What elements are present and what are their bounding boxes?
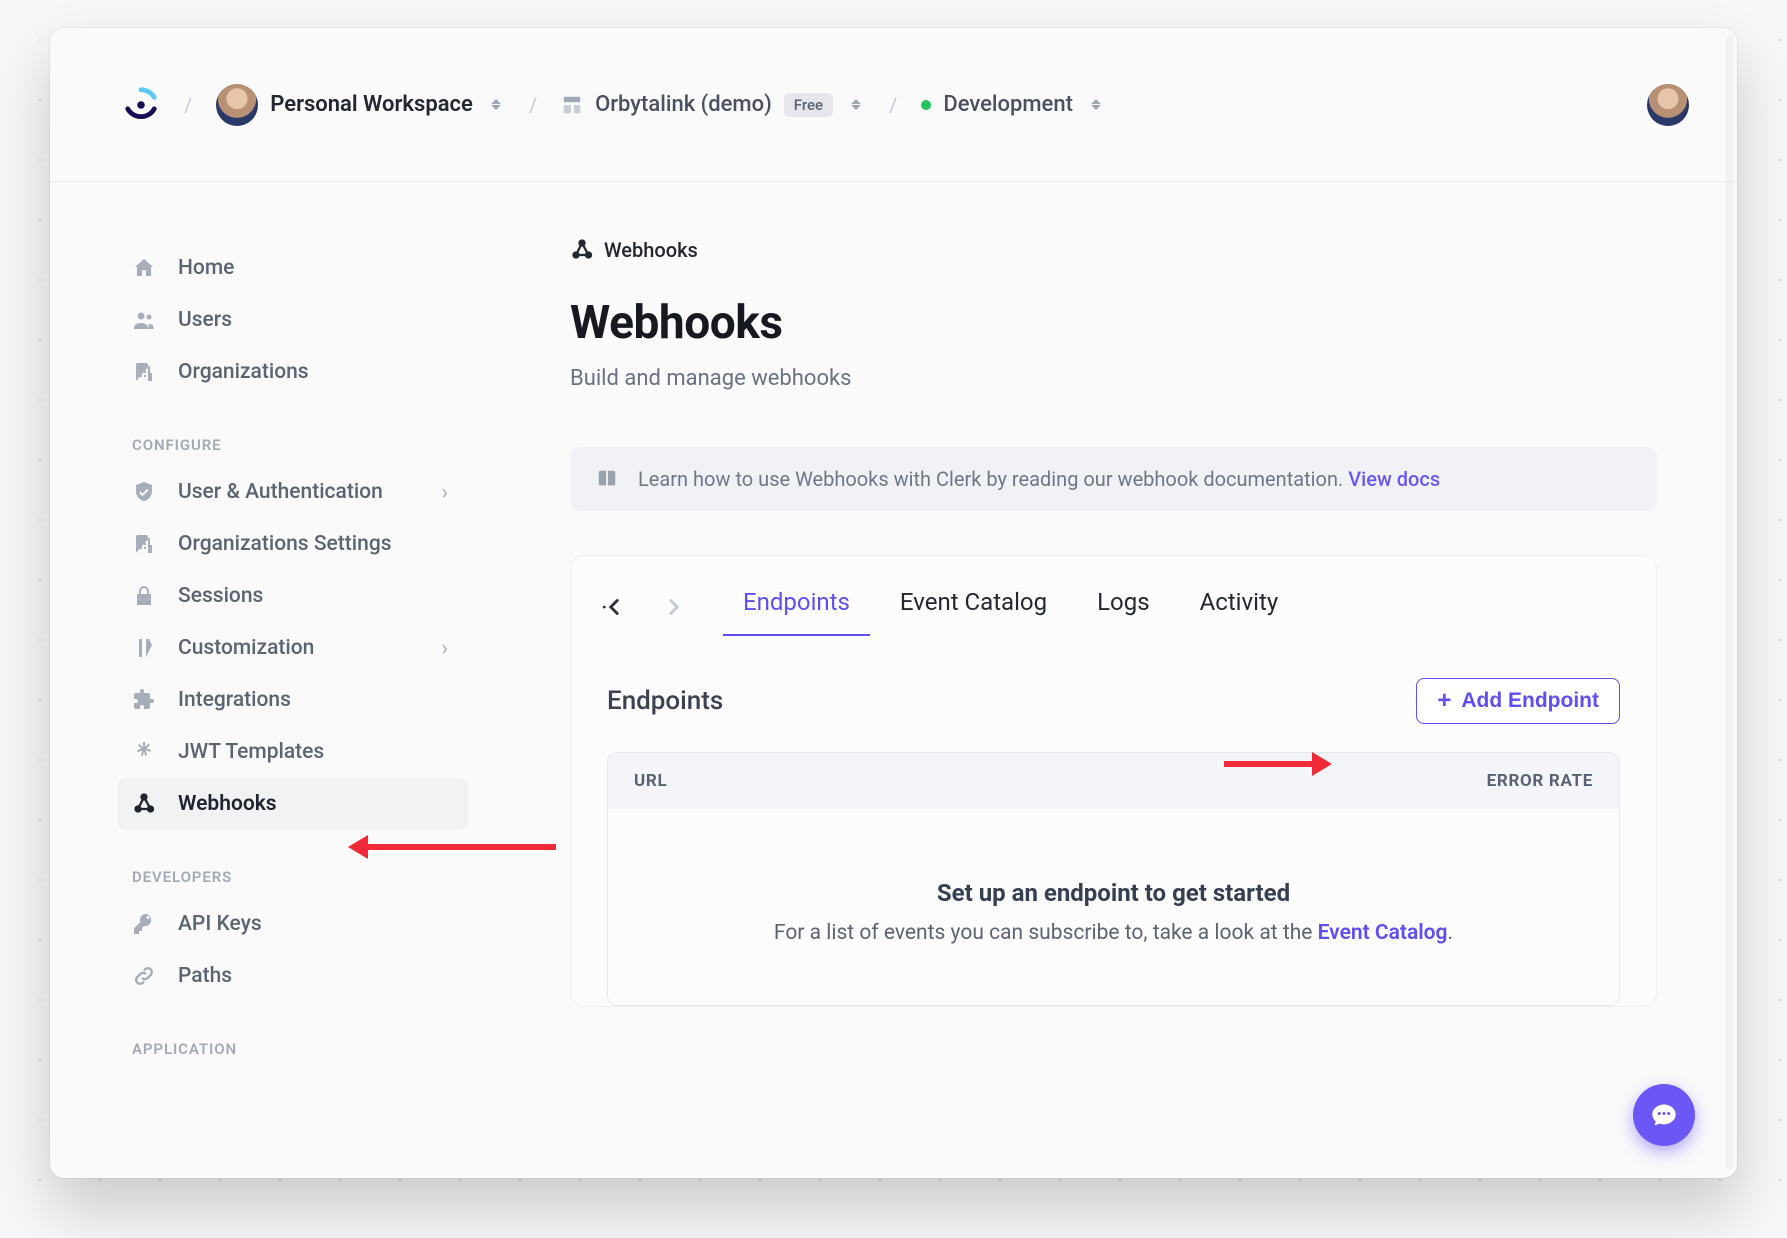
breadcrumb-separator: / <box>529 93 537 117</box>
project-icon <box>561 94 583 116</box>
webhooks-panel: Endpoints Event Catalog Logs Activity En… <box>570 555 1657 1007</box>
breadcrumb-label: Webhooks <box>604 238 698 262</box>
top-bar: / Personal Workspace / Orbytalink (demo)… <box>50 28 1737 182</box>
tab-endpoints[interactable]: Endpoints <box>741 578 852 636</box>
sidebar-item-user-auth[interactable]: User & Authentication › <box>118 466 468 518</box>
puzzle-icon <box>132 688 156 712</box>
chevron-updown-icon <box>1091 96 1105 114</box>
panel-tabs: Endpoints Event Catalog Logs Activity <box>741 578 1280 636</box>
sidebar-item-webhooks[interactable]: Webhooks <box>118 778 468 830</box>
project-selector[interactable]: Orbytalink (demo) Free <box>561 92 865 117</box>
sidebar-item-paths[interactable]: Paths <box>118 950 468 1002</box>
workspace-selector[interactable]: Personal Workspace <box>216 84 505 126</box>
annotation-arrow-add-endpoint <box>1224 761 1314 767</box>
chevron-right-icon: › <box>441 636 448 661</box>
sidebar-section-application: APPLICATION <box>118 1002 530 1070</box>
sidebar-item-label: Sessions <box>178 584 263 608</box>
webhook-icon <box>132 792 156 816</box>
column-url: URL <box>634 771 667 791</box>
project-name: Orbytalink (demo) <box>595 92 772 117</box>
tab-logs[interactable]: Logs <box>1095 578 1151 636</box>
sidebar-section-developers: DEVELOPERS <box>118 830 530 898</box>
event-catalog-link[interactable]: Event Catalog <box>1318 921 1448 945</box>
webhook-icon <box>570 238 594 262</box>
table-empty-state: Set up an endpoint to get started For a … <box>608 809 1619 1005</box>
add-endpoint-label: Add Endpoint <box>1461 689 1599 713</box>
user-avatar[interactable] <box>1647 84 1689 126</box>
building-icon <box>132 532 156 556</box>
column-error-rate: ERROR RATE <box>1487 771 1593 791</box>
chevron-updown-icon <box>851 96 865 114</box>
sidebar-item-label: JWT Templates <box>178 740 324 764</box>
nav-back-button[interactable] <box>601 594 627 620</box>
sidebar-item-label: Organizations Settings <box>178 532 392 556</box>
page-subtitle: Build and manage webhooks <box>570 366 1657 391</box>
sidebar: Home Users Organizations CONFIGURE User … <box>50 182 530 1178</box>
sidebar-item-label: Customization <box>178 636 314 660</box>
environment-name: Development <box>943 92 1073 117</box>
plus-icon: + <box>1437 689 1451 713</box>
sidebar-item-jwt-templates[interactable]: JWT Templates <box>118 726 468 778</box>
sidebar-item-label: Users <box>178 308 232 332</box>
main-content: Webhooks Webhooks Build and manage webho… <box>530 182 1737 1178</box>
window-scrollbar[interactable] <box>1726 36 1734 1170</box>
nav-forward-button[interactable] <box>661 594 687 620</box>
app-window: / Personal Workspace / Orbytalink (demo)… <box>50 28 1737 1178</box>
sidebar-item-home[interactable]: Home <box>118 242 468 294</box>
link-icon <box>132 964 156 988</box>
palette-icon <box>132 636 156 660</box>
breadcrumb-separator: / <box>184 93 192 117</box>
empty-state-title: Set up an endpoint to get started <box>648 879 1579 907</box>
docs-banner: Learn how to use Webhooks with Clerk by … <box>570 447 1657 511</box>
annotation-arrow-sidebar <box>366 844 556 850</box>
workspace-avatar <box>216 84 258 126</box>
sidebar-item-api-keys[interactable]: API Keys <box>118 898 468 950</box>
chevron-right-icon: › <box>441 480 448 505</box>
environment-selector[interactable]: Development <box>921 92 1105 117</box>
workspace-name: Personal Workspace <box>270 92 473 117</box>
plan-badge: Free <box>784 93 833 117</box>
view-docs-link[interactable]: View docs <box>1348 467 1440 491</box>
sidebar-item-sessions[interactable]: Sessions <box>118 570 468 622</box>
lock-icon <box>132 584 156 608</box>
sidebar-item-organizations[interactable]: Organizations <box>118 346 468 398</box>
home-icon <box>132 256 156 280</box>
sidebar-item-label: Webhooks <box>178 792 277 816</box>
clerk-logo-icon[interactable] <box>122 86 160 124</box>
chat-support-button[interactable] <box>1633 1084 1695 1146</box>
tab-event-catalog[interactable]: Event Catalog <box>898 578 1049 636</box>
book-icon <box>596 468 618 490</box>
sidebar-item-label: API Keys <box>178 912 262 936</box>
table-header: URL ERROR RATE <box>608 753 1619 809</box>
sidebar-item-label: User & Authentication <box>178 480 383 504</box>
sidebar-item-label: Paths <box>178 964 232 988</box>
breadcrumb-separator: / <box>889 93 897 117</box>
shield-icon <box>132 480 156 504</box>
users-icon <box>132 308 156 332</box>
endpoints-table: URL ERROR RATE Set up an endpoint to get… <box>607 752 1620 1006</box>
sidebar-item-integrations[interactable]: Integrations <box>118 674 468 726</box>
jwt-icon <box>132 740 156 764</box>
panel-section-title: Endpoints <box>607 686 723 716</box>
sidebar-item-label: Integrations <box>178 688 291 712</box>
page-breadcrumb: Webhooks <box>570 238 1657 262</box>
sidebar-section-configure: CONFIGURE <box>118 398 530 466</box>
docs-banner-text: Learn how to use Webhooks with Clerk by … <box>638 467 1440 491</box>
sidebar-item-label: Organizations <box>178 360 309 384</box>
key-icon <box>132 912 156 936</box>
tab-activity[interactable]: Activity <box>1198 578 1281 636</box>
chevron-updown-icon <box>491 96 505 114</box>
sidebar-item-customization[interactable]: Customization › <box>118 622 468 674</box>
sidebar-item-label: Home <box>178 256 234 280</box>
add-endpoint-button[interactable]: + Add Endpoint <box>1416 678 1620 724</box>
empty-state-text: For a list of events you can subscribe t… <box>648 921 1579 945</box>
sidebar-item-users[interactable]: Users <box>118 294 468 346</box>
sidebar-item-org-settings[interactable]: Organizations Settings <box>118 518 468 570</box>
status-dot-icon <box>921 100 931 110</box>
building-icon <box>132 360 156 384</box>
page-title: Webhooks <box>570 296 1657 350</box>
